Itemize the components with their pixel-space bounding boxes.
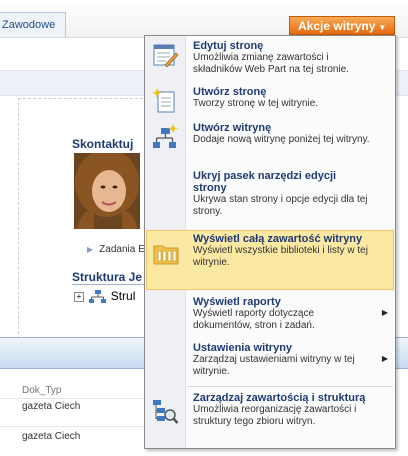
triangle-right-icon: ▶ <box>87 245 94 254</box>
site-actions-menu: Edytuj stronę Umożliwia zmianę zawartośc… <box>144 35 396 449</box>
menu-item-create-page[interactable]: Utwórz stronę Tworzy stronę w tej witryn… <box>146 84 394 116</box>
submenu-arrow-icon: ▶ <box>381 354 388 363</box>
menu-item-desc: Wyświetl raporty dotyczące dokumentów, s… <box>193 308 315 331</box>
structure-heading: Struktura Je <box>72 270 148 285</box>
menu-item-desc: Dodaje nową witrynę poniżej tej witryny. <box>193 134 370 145</box>
tasks-link[interactable]: ▶ Zadania E <box>87 244 145 255</box>
menu-item-title: Utwórz witrynę <box>193 122 272 134</box>
create-site-icon <box>153 124 178 148</box>
menu-item-create-site[interactable]: Utwórz witrynę Dodaje nową witrynę poniż… <box>146 120 394 164</box>
tab-zawodowe[interactable]: Zawodowe <box>0 12 67 37</box>
manage-content-icon <box>153 400 179 424</box>
menu-item-desc: Wyświetl wszystkie biblioteki i listy w … <box>193 245 368 268</box>
view-all-content-icon <box>153 245 179 265</box>
menu-item-title: Utwórz stronę <box>193 86 267 98</box>
table-cell: gazeta Ciech <box>22 401 81 412</box>
menu-item-hide-edit-toolbar[interactable]: Ukryj pasek narzędzi edycji strony Ukryw… <box>146 168 394 224</box>
menu-item-title: Ustawienia witryny <box>193 342 293 354</box>
menu-item-desc: Ukrywa stan strony i opcje edycji dla te… <box>193 194 368 217</box>
site-actions-button[interactable]: Akcje witryny ▼ <box>289 16 395 35</box>
menu-item-desc: Umożliwia zmianę zawartości i składników… <box>193 52 350 75</box>
menu-item-desc: Zarządzaj ustawieniami witryny w tej wit… <box>193 354 355 377</box>
table-cell: gazeta Ciech <box>22 431 81 442</box>
menu-item-title: Wyświetl całą zawartość witryny <box>193 233 363 245</box>
row-divider <box>0 398 145 399</box>
tree-node[interactable]: + Strul <box>74 289 135 304</box>
row-divider <box>0 426 145 427</box>
menu-item-view-reports[interactable]: Wyświetl raporty Wyświetl raporty dotycz… <box>146 294 394 336</box>
site-tree-icon <box>89 289 107 303</box>
submenu-arrow-icon: ▶ <box>381 308 388 317</box>
menu-item-manage-content[interactable]: Zarządzaj zawartością i strukturą Umożli… <box>146 390 394 446</box>
top-tab-bar: Zawodowe Akcje witryny ▼ <box>0 0 408 38</box>
column-header-dok-typ[interactable]: Dok_Typ <box>22 385 61 396</box>
expand-icon[interactable]: + <box>74 291 84 302</box>
menu-item-title: Zarządzaj zawartością i strukturą <box>193 392 366 404</box>
menu-item-desc: Tworzy stronę w tej witrynie. <box>193 98 319 109</box>
contact-heading: Skontaktuj <box>72 137 134 151</box>
menu-item-title: Wyświetl raporty <box>193 296 281 308</box>
menu-separator <box>187 386 393 387</box>
create-page-icon <box>152 88 175 113</box>
menu-item-title: Edytuj stronę <box>193 40 264 52</box>
menu-item-edit-page[interactable]: Edytuj stronę Umożliwia zmianę zawartośc… <box>146 38 394 80</box>
menu-item-desc: Umożliwia reorganizację zawartości i str… <box>193 404 357 427</box>
tasks-link-label: Zadania E <box>99 244 145 255</box>
menu-item-title: Ukryj pasek narzędzi edycji strony <box>193 170 337 194</box>
menu-item-site-settings[interactable]: Ustawienia witryny Zarządzaj ustawieniam… <box>146 340 394 384</box>
site-actions-label: Akcje witryny <box>298 19 376 33</box>
chevron-down-icon: ▼ <box>378 23 387 32</box>
menu-item-view-all-content[interactable]: Wyświetl całą zawartość witryny Wyświetl… <box>146 230 394 290</box>
edit-page-icon <box>153 44 179 68</box>
tree-node-label: Strul <box>110 289 136 303</box>
contact-photo <box>74 153 140 229</box>
